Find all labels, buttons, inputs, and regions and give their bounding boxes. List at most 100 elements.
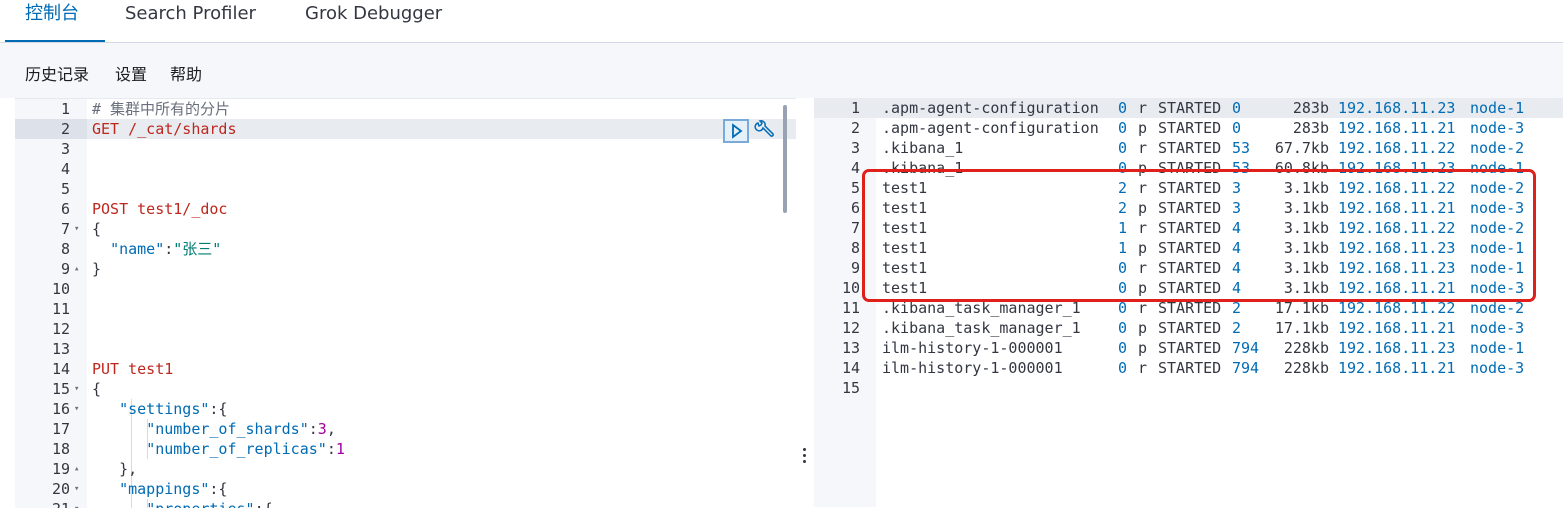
line-number: 4 — [60, 160, 70, 178]
line-number: 9 — [60, 260, 70, 278]
cell-node: node-3 — [1470, 359, 1525, 377]
cell-ip: 192.168.11.23 — [1338, 99, 1456, 117]
line-number: 20 — [51, 480, 70, 498]
code-text: PUT test1 — [92, 359, 173, 379]
code-text: } — [92, 259, 101, 279]
console-menu: 历史记录 设置 帮助 — [0, 43, 1563, 98]
cell-store: 67.7kb — [1274, 139, 1329, 157]
play-icon — [732, 123, 743, 139]
response-output: 1 .apm-agent-configuration 0 r STARTED 0 283b 1… — [814, 98, 1563, 507]
cell-index: ilm-history-1-000001 — [882, 359, 1063, 377]
cell-prirep: p — [1138, 319, 1148, 337]
run-request-button[interactable] — [723, 119, 749, 143]
code-token: test1/_doc — [137, 200, 228, 218]
fold-close-icon[interactable]: ▴ — [74, 259, 79, 279]
code-token: /_cat/shards — [128, 120, 237, 138]
cell-state: STARTED — [1158, 339, 1222, 357]
fold-open-icon[interactable]: ▾ — [74, 399, 79, 419]
line-number: 3 — [850, 139, 860, 157]
line-number: 12 — [841, 319, 860, 337]
line-number: 8 — [850, 239, 860, 257]
wrench-icon — [754, 120, 774, 137]
code-text: "number_of_replicas":1 — [92, 439, 345, 459]
tab-search-profiler[interactable]: Search Profiler — [125, 0, 256, 42]
line-number: 8 — [60, 240, 70, 258]
cell-store: 283b — [1292, 119, 1329, 137]
cell-state: STARTED — [1158, 99, 1222, 117]
cell-state: STARTED — [1158, 319, 1222, 337]
cell-ip: 192.168.11.21 — [1338, 319, 1456, 337]
fold-open-icon[interactable]: ▾ — [74, 379, 79, 399]
code-text: "number_of_shards":3, — [92, 419, 336, 439]
line-number: 5 — [60, 180, 70, 198]
request-editor[interactable]: 1 # 集群中所有的分片 2 GET /_cat/shards 3 4 5 6 POST tes… — [15, 98, 796, 508]
request-settings-button[interactable] — [752, 119, 778, 143]
line-number: 11 — [841, 299, 860, 317]
code-token: test1 — [128, 360, 174, 378]
pane-resizer[interactable] — [796, 98, 814, 507]
fold-open-icon[interactable]: ▾ — [74, 479, 79, 499]
cell-ip: 192.168.11.21 — [1338, 119, 1456, 137]
line-number: 1 — [60, 100, 70, 118]
code-text: # 集群中所有的分片 — [92, 99, 230, 119]
code-token: : — [164, 240, 174, 258]
code-token: : — [308, 420, 318, 438]
cell-index: .kibana_1 — [882, 139, 964, 157]
code-token: , — [326, 420, 336, 438]
cell-prirep: r — [1138, 99, 1148, 117]
cell-node: node-1 — [1470, 339, 1525, 357]
line-number: 6 — [60, 200, 70, 218]
code-token: :{ — [209, 400, 228, 418]
cell-state: STARTED — [1158, 119, 1222, 137]
history-link[interactable]: 历史记录 — [25, 65, 89, 85]
cell-state: STARTED — [1158, 139, 1222, 157]
output-line: 1 .apm-agent-configuration 0 r STARTED 0 283b 1… — [814, 98, 1563, 118]
line-number: 10 — [51, 280, 70, 298]
cell-store: 283b — [1292, 99, 1329, 117]
cell-docs: 794 — [1232, 359, 1260, 377]
cell-shard: 0 — [1118, 359, 1128, 377]
code-token: :{ — [209, 480, 228, 498]
line-number: 14 — [51, 360, 70, 378]
cell-index: .apm-agent-configuration — [882, 99, 1099, 117]
fold-close-icon[interactable]: ▴ — [74, 459, 79, 479]
line-number: 9 — [850, 259, 860, 277]
code-token: "number_of_replicas" — [146, 440, 327, 458]
settings-link[interactable]: 设置 — [115, 65, 147, 85]
line-number: 10 — [841, 279, 860, 297]
cell-docs: 794 — [1232, 339, 1260, 357]
code-text: GET /_cat/shards — [92, 119, 237, 139]
line-number: 6 — [850, 199, 860, 217]
fold-open-icon[interactable]: ▾ — [74, 219, 79, 239]
code-token: POST — [92, 200, 129, 218]
line-number: 11 — [51, 300, 70, 318]
cell-ip: 192.168.11.23 — [1338, 339, 1456, 357]
editor-scrollbar[interactable] — [783, 105, 787, 213]
cell-docs: 0 — [1232, 99, 1242, 117]
cell-docs: 53 — [1232, 139, 1251, 157]
cell-ip: 192.168.11.21 — [1338, 359, 1456, 377]
cell-node: node-3 — [1470, 119, 1525, 137]
code-text: { — [92, 379, 101, 399]
help-link[interactable]: 帮助 — [170, 65, 202, 85]
line-number: 12 — [51, 320, 70, 338]
cell-store: 228kb — [1283, 339, 1329, 357]
line-number: 4 — [850, 159, 860, 177]
cell-state: STARTED — [1158, 359, 1222, 377]
line-number: 15 — [841, 379, 860, 397]
cell-store: 17.1kb — [1274, 319, 1329, 337]
cell-docs: 2 — [1232, 319, 1242, 337]
line-number: 19 — [51, 460, 70, 478]
tab-grok-debugger[interactable]: Grok Debugger — [305, 0, 442, 42]
tab-console[interactable]: 控制台 — [25, 0, 79, 42]
code-token: { — [92, 220, 102, 238]
line-number: 7 — [850, 219, 860, 237]
cell-prirep: r — [1138, 139, 1148, 157]
output-line: 14 ilm-history-1-000001 0 r STARTED 794 228kb 1… — [814, 358, 1563, 378]
line-number: 15 — [51, 380, 70, 398]
code-token: # 集群中所有的分片 — [92, 100, 231, 118]
